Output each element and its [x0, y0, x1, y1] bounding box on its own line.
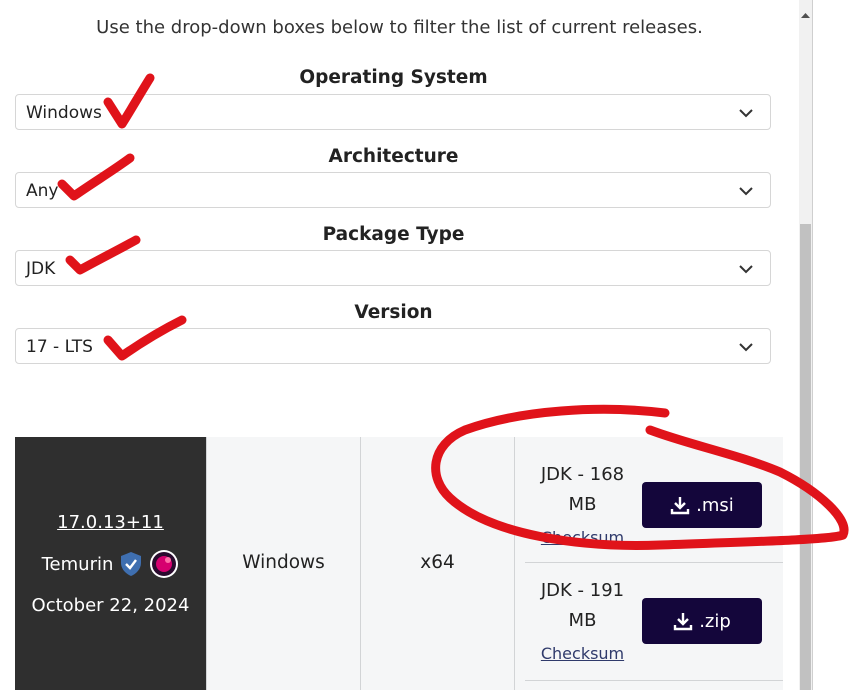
- chevron-down-icon: [739, 109, 753, 118]
- chevron-down-icon: [739, 343, 753, 352]
- release-date: October 22, 2024: [31, 595, 190, 616]
- arch-select[interactable]: Any: [15, 172, 771, 208]
- version-select-value: 17 - LTS: [26, 337, 93, 357]
- os-select-value: Windows: [26, 103, 102, 123]
- window-border: [812, 0, 813, 690]
- arch-label: Architecture: [328, 146, 459, 167]
- intro-text: Use the drop-down boxes below to filter …: [96, 17, 703, 38]
- shield-check-icon: [121, 552, 142, 576]
- package-size-msi: JDK - 168 MB: [515, 460, 650, 520]
- release-os: Windows: [242, 552, 325, 573]
- package-size-line2: MB: [568, 494, 597, 515]
- releases-page: Use the drop-down boxes below to filter …: [0, 0, 812, 690]
- package-size-line2: MB: [568, 610, 597, 631]
- scroll-up-arrow-icon[interactable]: [799, 10, 812, 20]
- release-table: 17.0.13+11 Temurin October 22, 2024 Wind…: [15, 437, 783, 690]
- download-zip-button[interactable]: .zip: [642, 598, 762, 644]
- version-select[interactable]: 17 - LTS: [15, 328, 771, 364]
- download-msi-button[interactable]: .msi: [642, 482, 762, 528]
- aqavit-badge-icon: [150, 550, 179, 578]
- package-type-select[interactable]: JDK: [15, 250, 771, 286]
- vendor-row: Temurin: [15, 549, 206, 579]
- package-size-line1: JDK - 168: [540, 464, 625, 485]
- package-size-line1: JDK - 191: [540, 580, 625, 601]
- arch-select-value: Any: [26, 181, 59, 201]
- os-label: Operating System: [299, 67, 488, 88]
- checksum-link-zip[interactable]: Checksum: [515, 644, 650, 663]
- checksum-link-msi[interactable]: Checksum: [515, 528, 650, 547]
- os-select[interactable]: Windows: [15, 94, 771, 130]
- release-arch: x64: [420, 552, 455, 573]
- package-type-select-value: JDK: [26, 259, 56, 279]
- chevron-down-icon: [739, 187, 753, 196]
- download-icon: [670, 497, 690, 515]
- package-size-zip: JDK - 191 MB: [515, 576, 650, 636]
- release-version-link[interactable]: 17.0.13+11: [15, 512, 206, 533]
- version-label: Version: [354, 302, 433, 323]
- vertical-scrollbar[interactable]: [799, 0, 812, 690]
- download-zip-label: .zip: [699, 610, 731, 632]
- row-divider: [525, 680, 783, 681]
- release-info-cell: 17.0.13+11 Temurin October 22, 2024: [15, 437, 206, 690]
- download-msi-label: .msi: [696, 494, 734, 516]
- vendor-name: Temurin: [41, 553, 114, 575]
- package-type-label: Package Type: [322, 224, 465, 245]
- scrollbar-thumb[interactable]: [800, 224, 811, 690]
- chevron-down-icon: [739, 265, 753, 274]
- download-icon: [673, 613, 693, 631]
- row-divider: [525, 562, 783, 563]
